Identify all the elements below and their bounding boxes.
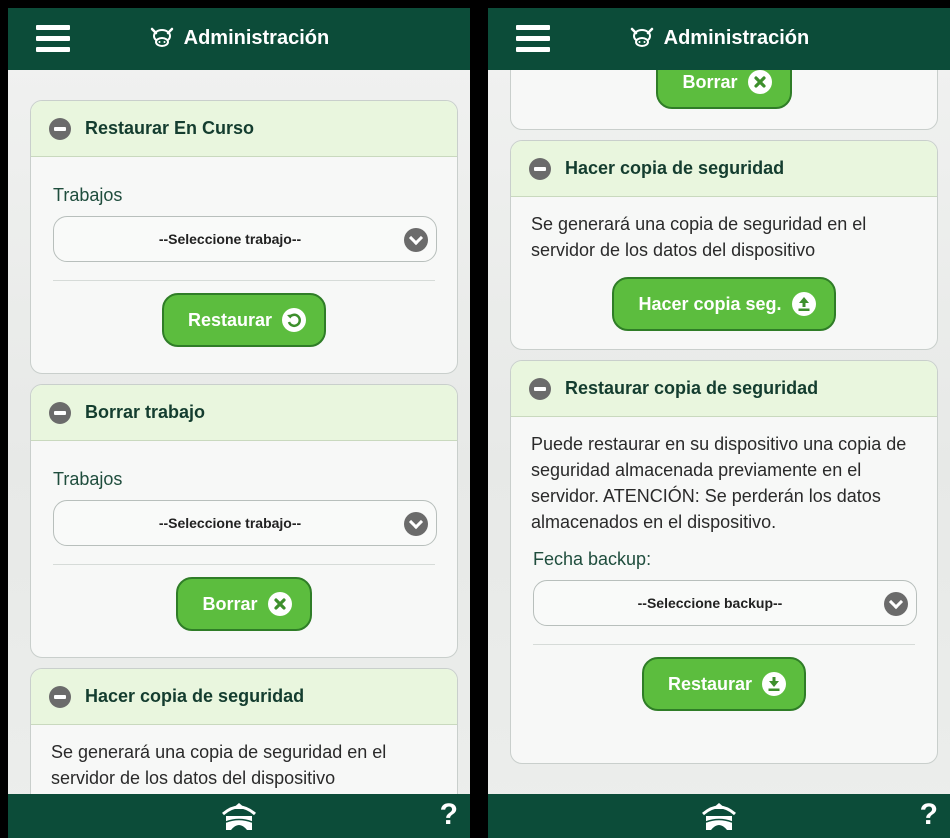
delete-button[interactable]: Borrar bbox=[176, 577, 312, 631]
field-label: Trabajos bbox=[53, 185, 123, 205]
bottom-bar: ? bbox=[8, 794, 470, 838]
page-title: Administración bbox=[183, 27, 330, 49]
backup-header[interactable]: Hacer copia de seguridad bbox=[511, 141, 937, 197]
help-button[interactable]: ? bbox=[440, 798, 458, 832]
restore-in-progress-header[interactable]: Restaurar En Curso bbox=[31, 101, 457, 157]
app-title: Administración bbox=[8, 26, 470, 50]
restore-backup-button[interactable]: Restaurar bbox=[641, 657, 807, 711]
collapse-icon[interactable] bbox=[49, 685, 71, 708]
shelter-logo-icon[interactable] bbox=[699, 798, 739, 834]
button-label: Hacer copia seg. bbox=[638, 293, 782, 314]
chevron-down-icon bbox=[404, 228, 428, 252]
backup-card: Hacer copia de seguridad Se generará una… bbox=[30, 668, 458, 794]
delete-job-header[interactable]: Borrar trabajo bbox=[31, 385, 457, 441]
bottom-bar: ? bbox=[488, 794, 950, 838]
app-title: Administración bbox=[488, 26, 950, 50]
card-title: Hacer copia de seguridad bbox=[565, 158, 785, 178]
card-title: Borrar trabajo bbox=[85, 402, 206, 422]
restore-in-progress-card: Restaurar En Curso Trabajos --Seleccione… bbox=[30, 100, 458, 374]
restore-backup-card: Restaurar copia de seguridad Puede resta… bbox=[510, 360, 938, 764]
card-description: Puede restaurar en su dispositivo una co… bbox=[531, 434, 907, 532]
collapse-icon[interactable] bbox=[49, 401, 71, 424]
app-header: Administración bbox=[8, 8, 470, 70]
delete-job-card: Borrar bbox=[510, 70, 938, 130]
collapse-icon[interactable] bbox=[529, 377, 551, 400]
select-value: --Seleccione backup-- bbox=[637, 595, 783, 611]
delete-job-card: Borrar trabajo Trabajos --Seleccione tra… bbox=[30, 384, 458, 658]
restore-backup-header[interactable]: Restaurar copia de seguridad bbox=[511, 361, 937, 417]
page-title: Administración bbox=[663, 27, 810, 49]
select-value: --Seleccione trabajo-- bbox=[158, 231, 302, 247]
job-select[interactable]: --Seleccione trabajo-- bbox=[53, 216, 437, 262]
main-content: Restaurar En Curso Trabajos --Seleccione… bbox=[8, 70, 470, 794]
screen-left: Administración Restaurar En Curso Trabaj… bbox=[8, 8, 470, 838]
backup-header[interactable]: Hacer copia de seguridad bbox=[31, 669, 457, 725]
divider bbox=[53, 280, 435, 281]
screen-right: Administración Borrar Hacer copia de seg… bbox=[488, 8, 950, 838]
upload-icon bbox=[791, 292, 816, 316]
refresh-icon bbox=[282, 308, 307, 332]
collapse-icon[interactable] bbox=[49, 117, 71, 140]
delete-button[interactable]: Borrar bbox=[656, 70, 792, 109]
backup-card: Hacer copia de seguridad Se generará una… bbox=[510, 140, 938, 350]
shelter-logo-icon[interactable] bbox=[219, 798, 259, 834]
button-label: Restaurar bbox=[187, 309, 273, 330]
cow-icon bbox=[630, 27, 654, 47]
button-label: Borrar bbox=[682, 71, 738, 92]
card-title: Restaurar copia de seguridad bbox=[565, 378, 819, 398]
button-label: Borrar bbox=[202, 593, 258, 614]
close-circle-icon bbox=[747, 70, 772, 94]
backup-date-select[interactable]: --Seleccione backup-- bbox=[533, 580, 917, 626]
select-value: --Seleccione trabajo-- bbox=[158, 515, 302, 531]
card-title: Hacer copia de seguridad bbox=[85, 686, 305, 706]
field-label: Trabajos bbox=[53, 469, 123, 489]
close-circle-icon bbox=[267, 592, 292, 616]
job-select[interactable]: --Seleccione trabajo-- bbox=[53, 500, 437, 546]
help-button[interactable]: ? bbox=[920, 798, 938, 832]
chevron-down-icon bbox=[884, 592, 908, 616]
cow-icon bbox=[150, 27, 174, 47]
collapse-icon[interactable] bbox=[529, 157, 551, 180]
backup-button[interactable]: Hacer copia seg. bbox=[612, 277, 836, 331]
download-icon bbox=[762, 672, 787, 696]
card-title: Restaurar En Curso bbox=[85, 118, 255, 138]
field-label: Fecha backup: bbox=[533, 549, 652, 569]
restore-button[interactable]: Restaurar bbox=[161, 293, 327, 347]
app-header: Administración bbox=[488, 8, 950, 70]
chevron-down-icon bbox=[404, 512, 428, 536]
main-content: Borrar Hacer copia de seguridad Se gener… bbox=[488, 70, 950, 794]
card-description: Se generará una copia de seguridad en el… bbox=[531, 214, 867, 260]
divider bbox=[53, 564, 435, 565]
card-description: Se generará una copia de seguridad en el… bbox=[51, 742, 387, 788]
divider bbox=[533, 644, 915, 645]
button-label: Restaurar bbox=[667, 673, 753, 694]
